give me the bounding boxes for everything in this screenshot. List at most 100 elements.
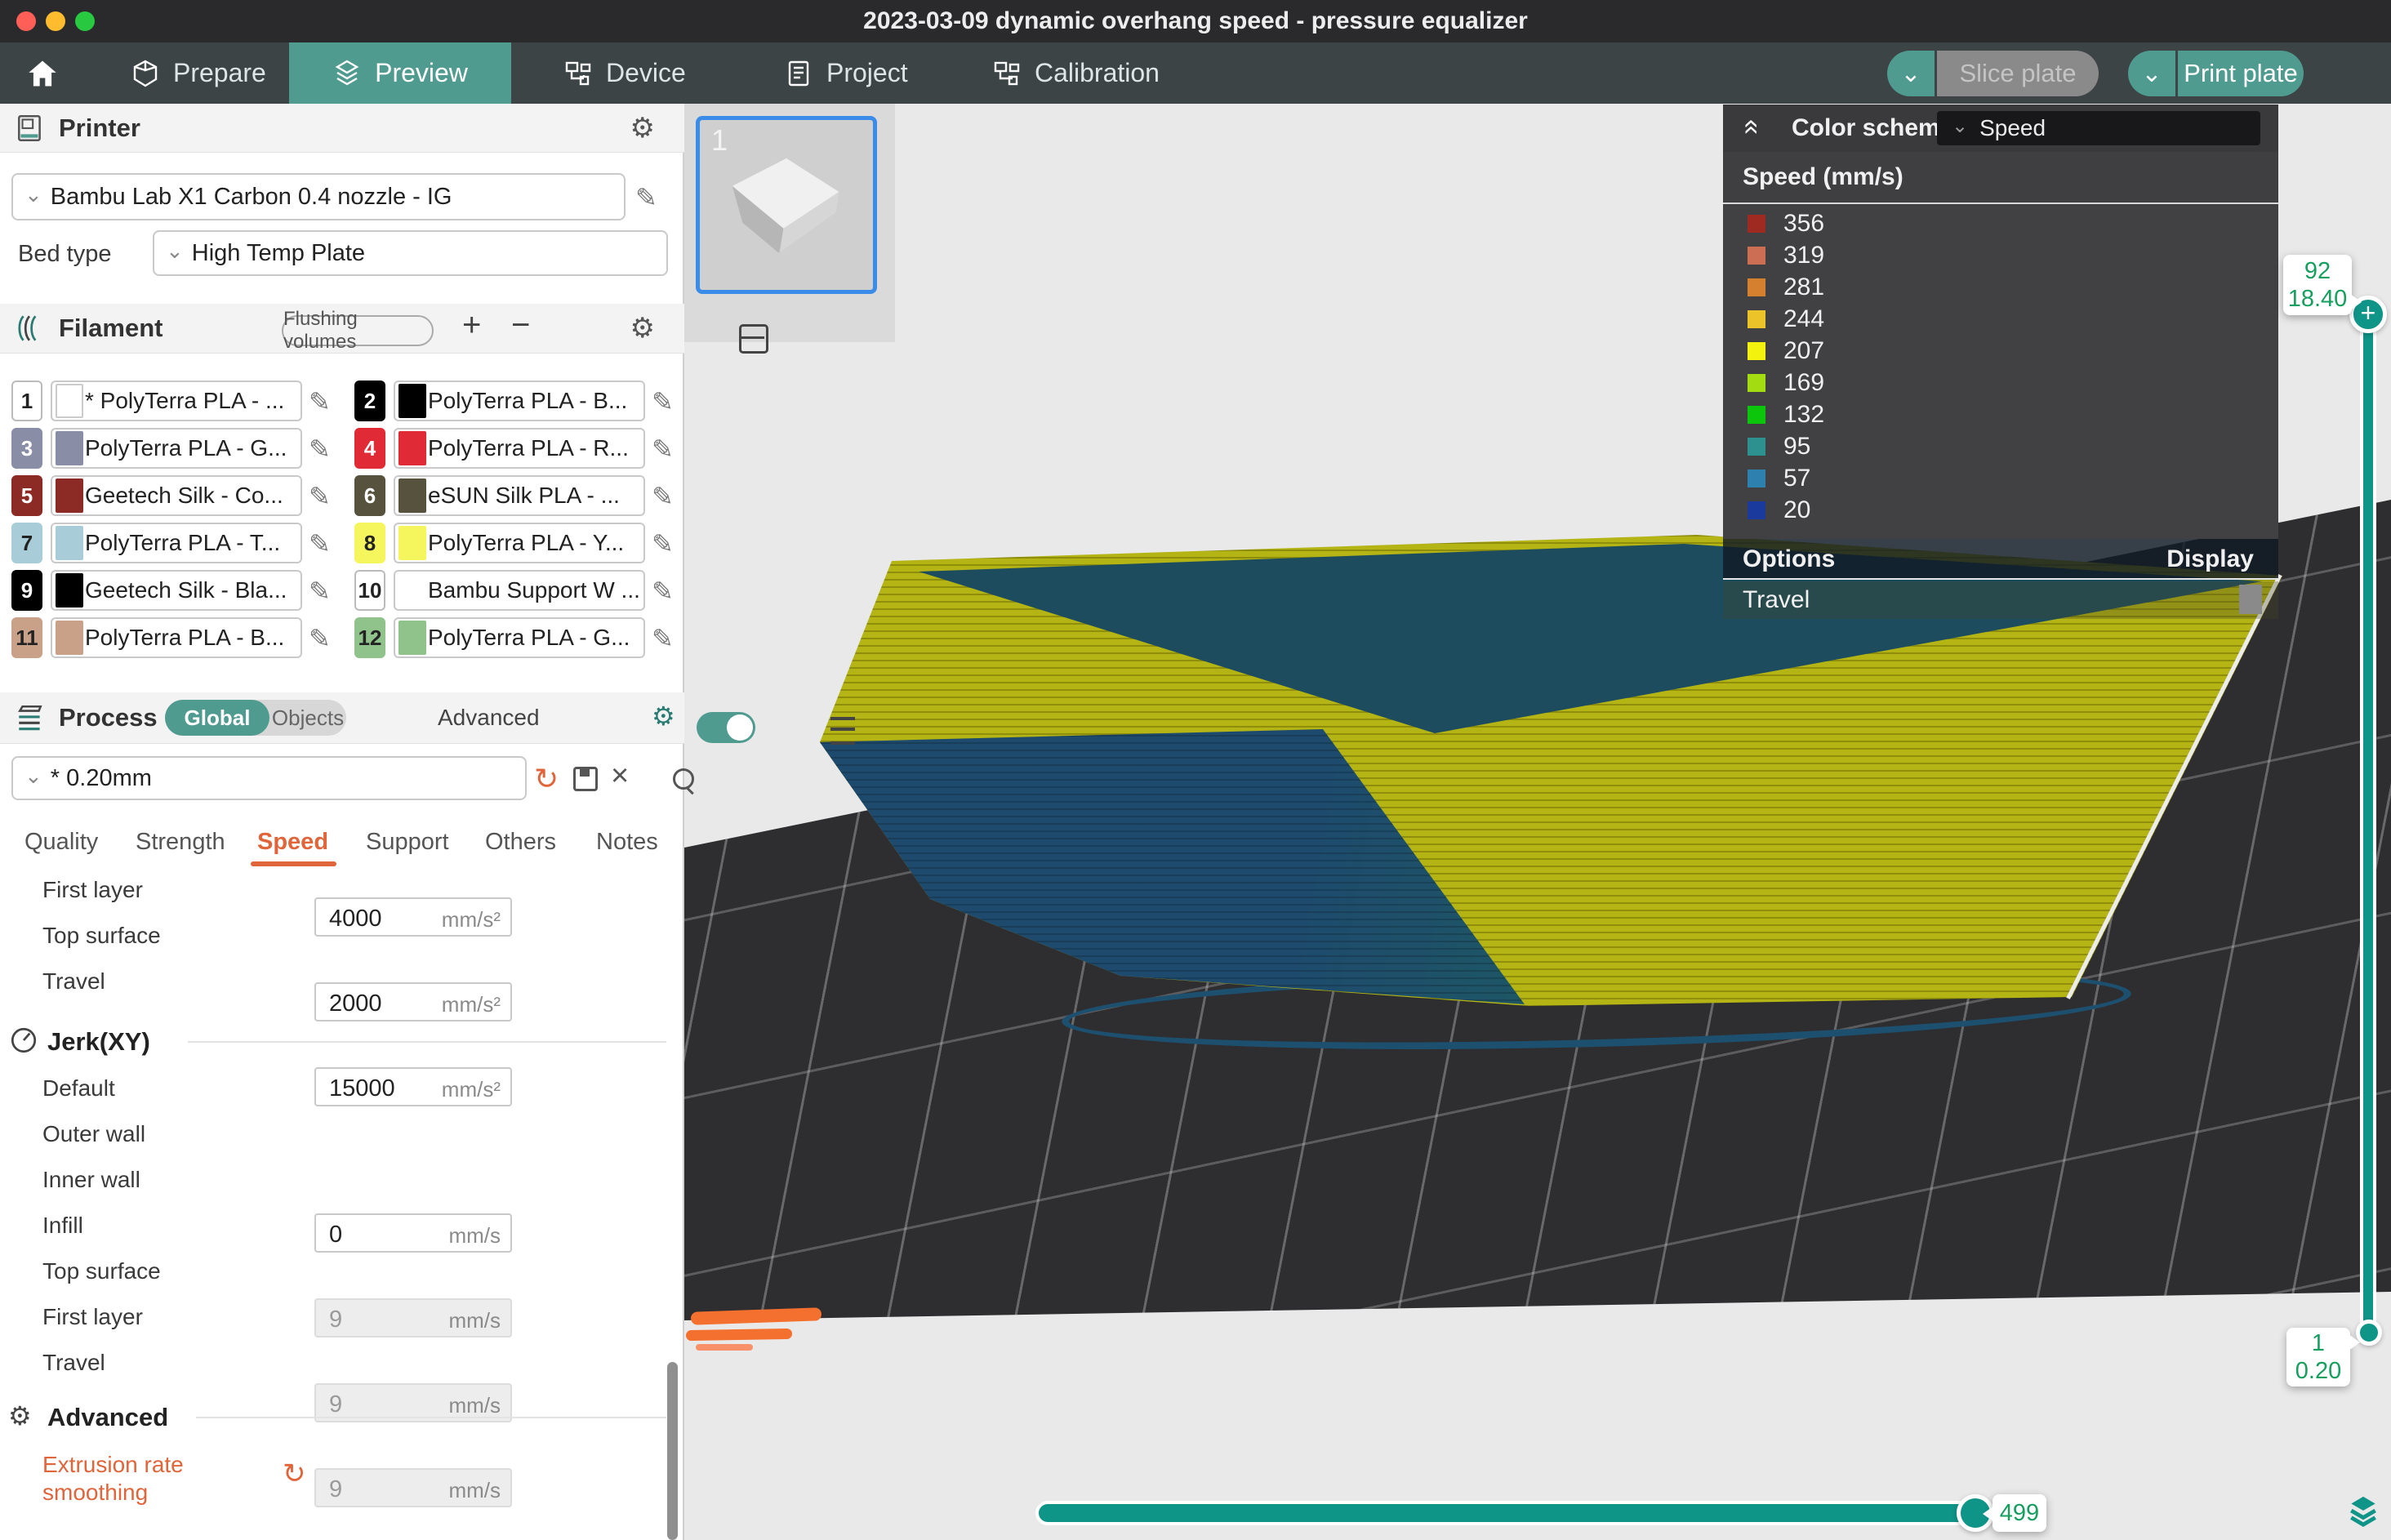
- filament-field[interactable]: Geetech Silk - Bla...: [51, 570, 302, 611]
- filament-badge[interactable]: 10: [354, 570, 385, 611]
- filament-edit-icon[interactable]: ✎: [309, 576, 331, 607]
- reset-value-icon[interactable]: ↻: [283, 1458, 306, 1490]
- plate-thumbnail[interactable]: 1: [696, 116, 877, 294]
- filament-badge[interactable]: 5: [11, 475, 42, 516]
- add-filament-button[interactable]: +: [462, 307, 481, 344]
- travel-checkbox[interactable]: [2239, 585, 2262, 614]
- jerk-outer-wall-field[interactable]: 9mm/s: [314, 1298, 512, 1337]
- save-preset-icon[interactable]: [573, 767, 598, 791]
- remove-filament-button[interactable]: −: [511, 307, 530, 344]
- scope-objects[interactable]: Objects: [269, 700, 346, 736]
- printer-edit-icon[interactable]: ✎: [635, 182, 657, 213]
- filament-edit-icon[interactable]: ✎: [309, 528, 331, 559]
- chevron-down-icon: ⌄: [2141, 60, 2162, 88]
- tab-notes[interactable]: Notes: [596, 829, 658, 856]
- filament-field[interactable]: PolyTerra PLA - Y...: [394, 523, 645, 563]
- filament-field[interactable]: * PolyTerra PLA - ...: [51, 381, 302, 421]
- extrusion-rate-smoothing-label: Extrusion ratesmoothing: [42, 1451, 184, 1507]
- sidebar-scrollbar[interactable]: [667, 1362, 678, 1540]
- chevron-down-icon: ⌄: [24, 763, 42, 789]
- filament-swatch: [398, 621, 426, 655]
- filament-edit-icon[interactable]: ✎: [652, 576, 674, 607]
- filament-badge[interactable]: 9: [11, 570, 42, 611]
- legend-item: 244: [1723, 303, 2278, 335]
- tab-device[interactable]: Device: [539, 42, 710, 104]
- parameter-search-gear-icon[interactable]: ⚙: [652, 701, 675, 732]
- filament-field[interactable]: PolyTerra PLA - B...: [394, 381, 645, 421]
- tab-calibration[interactable]: Calibration: [968, 42, 1184, 104]
- flushing-volumes-button[interactable]: Flushing volumes: [282, 315, 434, 346]
- filament-edit-icon[interactable]: ✎: [309, 386, 331, 417]
- filament-field[interactable]: PolyTerra PLA - T...: [51, 523, 302, 563]
- jerk-default-field[interactable]: 0mm/s: [314, 1213, 512, 1253]
- filament-edit-icon[interactable]: ✎: [652, 434, 674, 465]
- filament-edit-icon[interactable]: ✎: [309, 623, 331, 654]
- process-preset-select[interactable]: ⌄ * 0.20mm: [11, 756, 527, 800]
- filament-badge[interactable]: 11: [11, 617, 42, 658]
- jerk-infill-field[interactable]: 9mm/s: [314, 1468, 512, 1507]
- tab-support[interactable]: Support: [366, 829, 449, 856]
- filament-field[interactable]: eSUN Silk PLA - ...: [394, 475, 645, 516]
- filament-edit-icon[interactable]: ✎: [652, 528, 674, 559]
- filament-badge[interactable]: 6: [354, 475, 385, 516]
- tab-strength[interactable]: Strength: [136, 829, 225, 856]
- collapse-icon[interactable]: «: [1736, 119, 1768, 135]
- filament-edit-icon[interactable]: ✎: [652, 386, 674, 417]
- tab-prepare[interactable]: Prepare: [106, 42, 291, 104]
- filament-field[interactable]: Bambu Support W ...: [394, 570, 645, 611]
- filament-badge[interactable]: 4: [354, 428, 385, 469]
- first-layer-accel-field[interactable]: 4000mm/s²: [314, 897, 512, 937]
- filament-edit-icon[interactable]: ✎: [309, 434, 331, 465]
- filament-field[interactable]: Geetech Silk - Co...: [51, 475, 302, 516]
- main-nav: Prepare Preview Device Project Calibrati…: [0, 42, 2391, 104]
- bed-type-label: Bed type: [18, 241, 111, 268]
- advanced-toggle[interactable]: [697, 712, 755, 743]
- filament-edit-icon[interactable]: ✎: [652, 481, 674, 512]
- top-surface-accel-field[interactable]: 2000mm/s²: [314, 982, 512, 1021]
- print-plate-button[interactable]: Print plate: [2178, 51, 2304, 96]
- filament-settings-gear-icon[interactable]: ⚙: [630, 312, 655, 345]
- search-icon[interactable]: [673, 768, 694, 790]
- filament-badge[interactable]: 7: [11, 523, 42, 563]
- filament-field[interactable]: PolyTerra PLA - R...: [394, 428, 645, 469]
- filament-swatch: [56, 384, 83, 418]
- filament-field[interactable]: PolyTerra PLA - G...: [394, 617, 645, 658]
- move-slider-track[interactable]: [1039, 1504, 1983, 1522]
- printer-settings-gear-icon[interactable]: ⚙: [630, 112, 655, 145]
- tab-preview[interactable]: Preview: [289, 42, 511, 104]
- tab-others[interactable]: Others: [485, 829, 556, 856]
- parameter-list-icon[interactable]: [830, 717, 855, 745]
- slice-dropdown-button[interactable]: ⌄: [1887, 51, 1935, 96]
- tab-quality[interactable]: Quality: [24, 829, 98, 856]
- purge-streak: [696, 1344, 753, 1351]
- slice-plate-button[interactable]: Slice plate: [1937, 51, 2099, 96]
- layers-toggle-icon[interactable]: [2345, 1493, 2381, 1529]
- print-dropdown-button[interactable]: ⌄: [2128, 51, 2175, 96]
- filament-badge[interactable]: 1: [11, 381, 42, 421]
- close-icon[interactable]: ×: [611, 759, 629, 794]
- filament-badge[interactable]: 8: [354, 523, 385, 563]
- filament-swatch: [56, 573, 83, 608]
- filament-badge[interactable]: 12: [354, 617, 385, 658]
- filament-badge[interactable]: 3: [11, 428, 42, 469]
- tab-project[interactable]: Project: [759, 42, 933, 104]
- filament-field[interactable]: PolyTerra PLA - B...: [51, 617, 302, 658]
- bed-type-select[interactable]: ⌄ High Temp Plate: [153, 230, 668, 276]
- ams-sync-icon[interactable]: [739, 324, 768, 354]
- color-scheme-select[interactable]: ⌄ Speed: [1937, 111, 2260, 145]
- filament-badge[interactable]: 2: [354, 381, 385, 421]
- filament-field[interactable]: PolyTerra PLA - G...: [51, 428, 302, 469]
- printer-preset-select[interactable]: ⌄ Bambu Lab X1 Carbon 0.4 nozzle - IG: [11, 173, 626, 220]
- label-pointer: [2350, 294, 2362, 310]
- scope-global[interactable]: Global: [165, 700, 269, 736]
- travel-accel-field[interactable]: 15000mm/s²: [314, 1067, 512, 1106]
- filament-edit-icon[interactable]: ✎: [652, 623, 674, 654]
- process-scope-toggle[interactable]: Global Objects: [165, 700, 346, 736]
- layer-slider-track[interactable]: [2363, 314, 2373, 1333]
- home-button[interactable]: [15, 42, 70, 104]
- advanced-gears-icon: ⚙: [8, 1400, 32, 1431]
- tab-speed[interactable]: Speed: [257, 829, 328, 856]
- reset-preset-icon[interactable]: ↻: [534, 762, 559, 796]
- preview-icon: [332, 59, 362, 88]
- filament-edit-icon[interactable]: ✎: [309, 481, 331, 512]
